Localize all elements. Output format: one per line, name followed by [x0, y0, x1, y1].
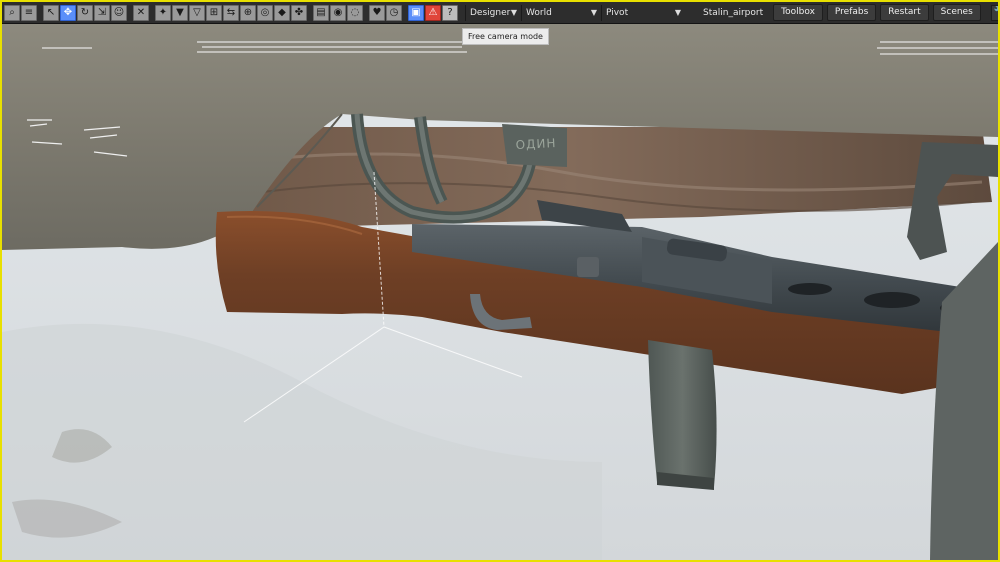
free-camera-icon[interactable]: ▣	[408, 4, 424, 21]
editor-toolbar: ⌕ ≡ ↖ ✥ ↻ ⇲ ☺ ✕ ✦ ▼ ▽ ⊞ ⇆ ⊕ ◎ ◆ ✤ ▤ ◉ ◌ …	[2, 2, 998, 24]
pivot-dropdown-value: Pivot	[606, 7, 629, 18]
eye-icon[interactable]: ◉	[330, 4, 346, 21]
wrench-icon[interactable]: 🔧	[990, 4, 998, 21]
eye-hidden-icon[interactable]: ◌	[347, 4, 363, 21]
scale-icon[interactable]: ⇲	[94, 4, 110, 21]
drop-outline-icon[interactable]: ▽	[189, 4, 205, 21]
delete-x-icon[interactable]: ✕	[133, 4, 149, 21]
restart-button[interactable]: Restart	[880, 4, 929, 21]
mode-dropdown-value: Designer	[470, 7, 511, 18]
list-icon[interactable]: ≡	[21, 4, 37, 21]
editor-window: ОДИН ⌕ ≡ ↖ ✥ ↻ ⇲ ☺ ✕ ✦ ▼ ▽ ⊞ ⇆ ⊕ ◎ ◆ ✤ ▤…	[0, 0, 1000, 562]
transform-gizmo-icon[interactable]: ✤	[291, 4, 307, 21]
toolbox-button[interactable]: Toolbox	[773, 4, 823, 21]
mode-dropdown[interactable]: Designer ▼	[465, 4, 521, 21]
stopwatch-icon[interactable]: ◷	[386, 4, 402, 21]
map-name-label: Stalin_airport	[703, 7, 764, 18]
select-cursor-icon[interactable]: ↖	[43, 4, 59, 21]
receiver-stamp: ОДИН	[515, 135, 557, 153]
warning-icon[interactable]: ⚠	[425, 4, 441, 21]
compass-icon[interactable]: ◎	[257, 4, 273, 21]
drop-down-icon[interactable]: ▼	[172, 4, 188, 21]
scene-viewport[interactable]	[2, 2, 998, 560]
space-dropdown-value: World	[526, 7, 552, 18]
heart-icon[interactable]: ♥	[369, 4, 385, 21]
help-icon[interactable]: ?	[442, 4, 458, 21]
tooltip: Free camera mode	[462, 28, 549, 45]
diamond-icon[interactable]: ◆	[274, 4, 290, 21]
grid-icon[interactable]: ⊞	[206, 4, 222, 21]
chevron-down-icon: ▼	[674, 8, 681, 17]
target-icon[interactable]: ⊕	[240, 4, 256, 21]
magnifier-icon[interactable]: ⌕	[4, 4, 20, 21]
space-dropdown[interactable]: World ▼	[521, 4, 601, 21]
move-icon[interactable]: ✥	[60, 4, 76, 21]
chevron-down-icon: ▼	[510, 8, 517, 17]
smiley-icon[interactable]: ☺	[111, 4, 127, 21]
document-icon[interactable]: ▤	[313, 4, 329, 21]
link-icon[interactable]: ⇆	[223, 4, 239, 21]
snap-icon[interactable]: ✦	[155, 4, 171, 21]
prefabs-button[interactable]: Prefabs	[826, 4, 877, 21]
chevron-down-icon: ▼	[590, 8, 597, 17]
scenes-button[interactable]: Scenes	[932, 4, 981, 21]
rotate-icon[interactable]: ↻	[77, 4, 93, 21]
pivot-dropdown[interactable]: Pivot ▼	[601, 4, 685, 21]
